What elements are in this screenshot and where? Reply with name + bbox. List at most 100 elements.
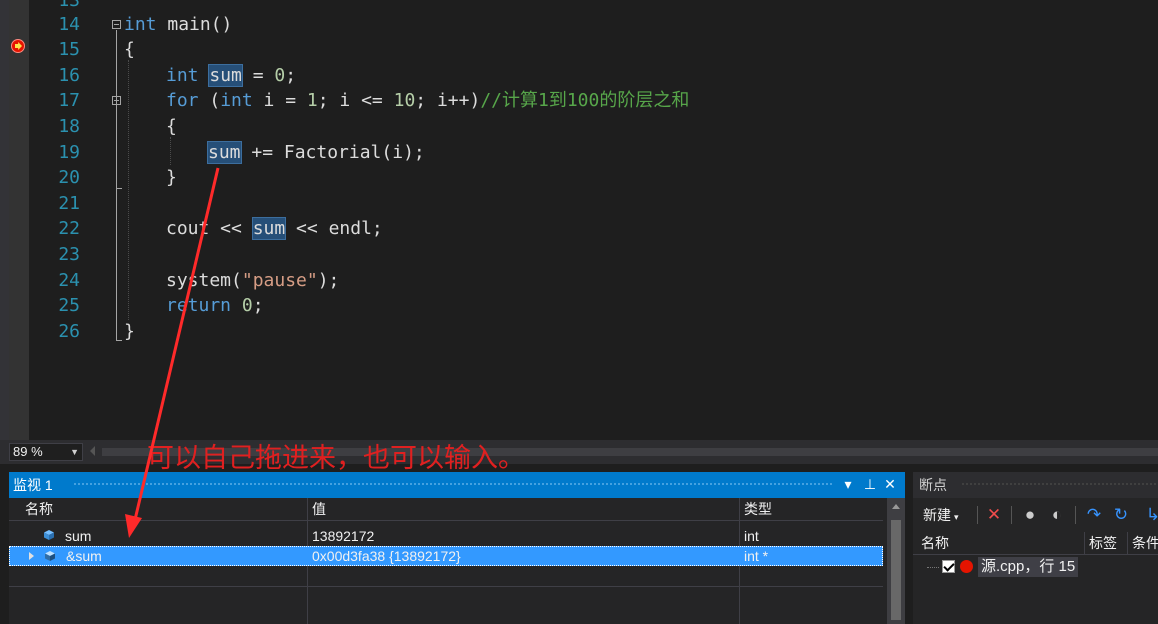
tree-line — [927, 567, 939, 568]
code-line-24[interactable]: system("pause"); — [166, 271, 339, 291]
line-number: 26 — [58, 321, 80, 342]
watch-empty-row[interactable] — [9, 566, 883, 587]
code-text: ; — [252, 295, 264, 316]
go-to-disassembly-icon[interactable]: ↻ — [1111, 505, 1131, 525]
code-text: += Factorial(i); — [240, 142, 425, 163]
highlighted-sum[interactable]: sum — [251, 217, 287, 240]
breakpoint-item[interactable]: 源.cpp，行 15 — [913, 556, 1158, 580]
watch-name[interactable]: sum — [61, 526, 91, 546]
breakpoint-location[interactable]: 源.cpp，行 15 — [978, 557, 1079, 577]
delete-icon[interactable]: ✕ — [984, 505, 1004, 525]
code-text: } — [166, 167, 177, 188]
breakpoint-margin[interactable] — [9, 0, 29, 440]
watch-row[interactable]: sum 13892172 int — [9, 526, 883, 546]
code-text: i = — [252, 90, 307, 111]
watch-value[interactable]: 0x00d3fa38 {13892172} — [308, 546, 461, 566]
watch-name[interactable]: &sum — [62, 546, 102, 566]
chevron-down-icon: ▼ — [70, 447, 79, 457]
string: "pause" — [241, 270, 318, 291]
vertical-scrollbar[interactable] — [887, 498, 905, 624]
code-text: ; — [285, 65, 297, 86]
code-text: ( — [198, 90, 221, 111]
line-number: 14 — [58, 14, 80, 35]
code-text: << endl; — [285, 218, 383, 239]
breakpoint-enabled-checkbox[interactable] — [942, 560, 955, 573]
code-text: main() — [156, 14, 233, 35]
code-text: system( — [166, 270, 242, 291]
collapse-main-icon[interactable] — [112, 20, 121, 29]
code-text: ); — [317, 270, 340, 291]
expand-arrow-icon[interactable] — [29, 552, 34, 560]
breakpoints-toolbar: 新建 ▾ ✕ ● ◐ ↷ ↻ ↳ — [913, 500, 1158, 530]
column-divider[interactable] — [1084, 532, 1085, 554]
watch-value[interactable]: 13892172 — [308, 526, 374, 546]
breakpoint-dot-icon — [960, 560, 973, 573]
pin-icon[interactable]: ⊥ — [861, 475, 879, 493]
code-line-19[interactable]: sum += Factorial(i); — [207, 141, 425, 164]
code-text: { — [124, 39, 135, 60]
line-number: 25 — [58, 295, 80, 316]
toolbar-divider — [1011, 506, 1012, 524]
watch-row-selected[interactable]: &sum 0x00d3fa38 {13892172} int * — [9, 546, 883, 566]
watch-title-bar[interactable]: 监视 1 ▾ ⊥ ✕ — [9, 472, 905, 498]
line-number: 22 — [58, 218, 80, 239]
chevron-down-icon: ▾ — [954, 512, 959, 522]
go-to-source-icon[interactable]: ↷ — [1084, 505, 1104, 525]
fold-end — [116, 188, 122, 189]
title-grip — [961, 482, 1158, 487]
watch-type: int — [744, 528, 759, 544]
line-number: 18 — [58, 116, 80, 137]
column-divider[interactable] — [1127, 532, 1128, 554]
zoom-dropdown[interactable]: 89 % ▼ — [9, 443, 83, 461]
breakpoints-title-bar[interactable]: 断点 — [913, 472, 1158, 498]
import-icon[interactable]: ↳ — [1143, 505, 1158, 525]
fold-end — [116, 340, 122, 341]
keyword: return — [166, 295, 232, 316]
number: 0 — [241, 295, 253, 316]
code-text: cout << — [166, 218, 253, 239]
code-line-20[interactable]: } — [166, 168, 177, 188]
column-header-label[interactable]: 标签 — [1085, 532, 1127, 554]
number: 1 — [306, 90, 318, 111]
keyword: int — [220, 90, 253, 111]
window-menu-button[interactable]: ▾ — [839, 475, 857, 493]
column-header-name[interactable]: 名称 — [21, 498, 307, 520]
line-number: 24 — [58, 270, 80, 291]
code-line-18[interactable]: { — [166, 117, 177, 137]
delete-all-breakpoints-icon[interactable]: ● — [1020, 505, 1040, 525]
column-header-name[interactable]: 名称 — [917, 532, 1083, 554]
code-line-22[interactable]: cout << sum << endl; — [166, 217, 383, 240]
new-breakpoint-button[interactable]: 新建 ▾ — [923, 506, 959, 526]
watch-header-row: 名称 值 类型 — [9, 498, 883, 521]
code-line-16[interactable]: int sum = 0; — [166, 64, 297, 87]
highlighted-sum[interactable]: sum — [207, 141, 242, 164]
code-text: } — [124, 321, 135, 342]
close-button[interactable]: ✕ — [881, 475, 899, 493]
line-number: 16 — [58, 65, 80, 86]
highlighted-sum[interactable]: sum — [208, 64, 243, 87]
line-number: 17 — [58, 90, 80, 111]
code-text: { — [166, 116, 177, 137]
code-line-26[interactable]: } — [124, 322, 135, 342]
column-header-type[interactable]: 类型 — [740, 498, 880, 520]
column-header-condition[interactable]: 条件 — [1128, 532, 1158, 554]
disable-breakpoints-icon[interactable]: ◐ — [1047, 505, 1067, 525]
editor-left-strip — [0, 0, 9, 440]
breakpoint-current-line-icon[interactable] — [11, 39, 25, 53]
breakpoints-header-row: 名称 标签 条件 — [913, 532, 1158, 555]
code-editor[interactable]: 13 14 15 16 17 18 19 20 21 22 23 24 25 2… — [0, 0, 1158, 440]
line-number: 20 — [58, 167, 80, 188]
keyword: int — [166, 65, 199, 86]
watch-type: int * — [744, 548, 769, 564]
keyword: for — [166, 90, 199, 111]
code-line-17[interactable]: for (int i = 1; i <= 10; i++)//计算1到100的阶… — [166, 91, 689, 111]
scroll-left-icon[interactable] — [90, 446, 95, 456]
column-header-value[interactable]: 值 — [308, 498, 738, 520]
line-number: 13 — [58, 0, 80, 11]
collapse-for-icon[interactable] — [112, 96, 121, 105]
code-line-15[interactable]: { — [124, 40, 135, 60]
code-line-25[interactable]: return 0; — [166, 296, 264, 316]
toolbar-divider — [1075, 506, 1076, 524]
code-line-14[interactable]: int main() — [124, 15, 232, 35]
